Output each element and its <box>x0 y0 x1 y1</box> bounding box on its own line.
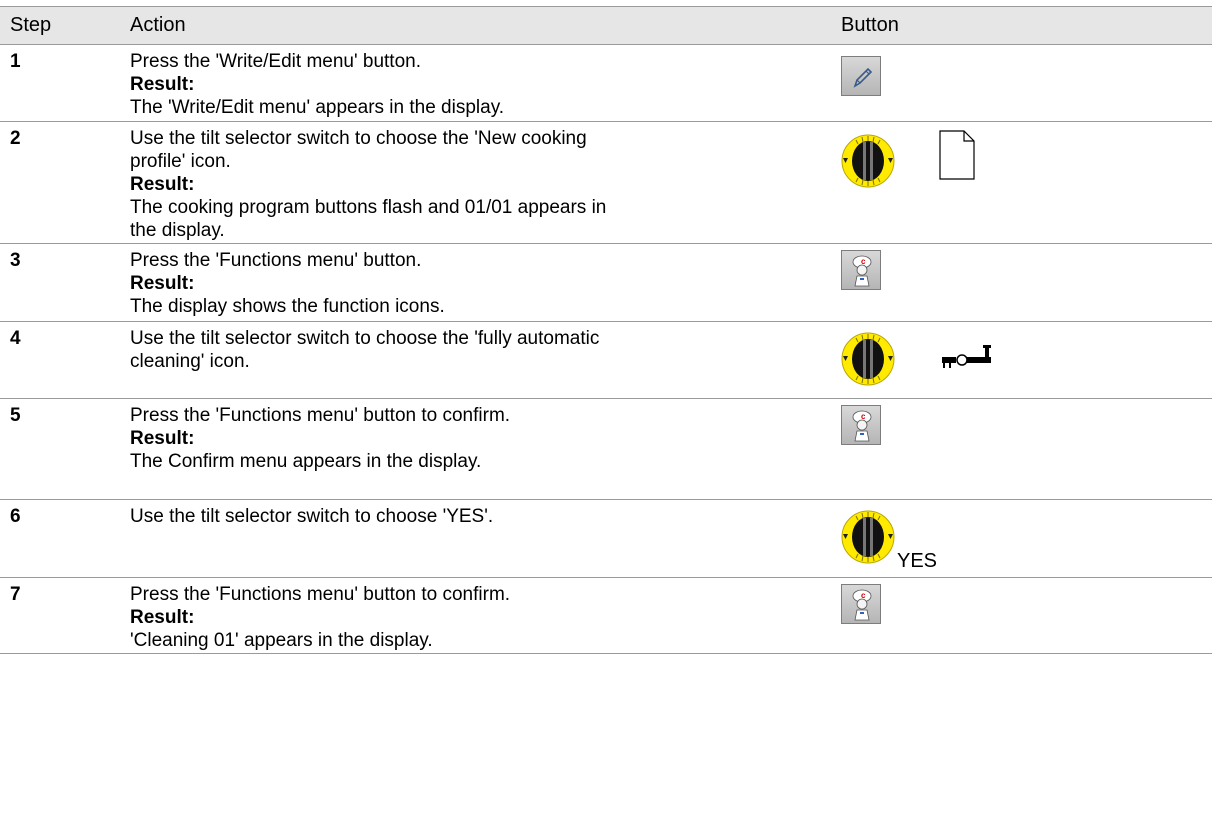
result-text: The Confirm menu appears in the display. <box>130 451 482 472</box>
action-text: Press the 'Functions menu' button to con… <box>130 584 511 605</box>
functions-menu-button: c <box>841 250 881 290</box>
table-row: 7 Press the 'Functions menu' button to c… <box>0 577 1212 654</box>
table-row: 5 Press the 'Functions menu' button to c… <box>0 398 1212 500</box>
table-row: 4 Use the tilt selector switch to choose… <box>0 321 1212 399</box>
step-button-cell: c <box>841 398 1212 500</box>
tilt-selector-icon <box>841 510 895 564</box>
step-button-cell <box>841 321 1212 399</box>
chef-icon: c <box>852 410 872 442</box>
header-button: Button <box>841 6 1212 45</box>
action-text: profile' icon. <box>130 151 231 172</box>
instruction-page: Step Action Button 1 Press the 'Write/Ed… <box>0 0 1212 814</box>
table-row: 1 Press the 'Write/Edit menu' button. Re… <box>0 44 1212 122</box>
result-label: Result: <box>130 74 195 95</box>
functions-menu-button: c <box>841 584 881 624</box>
step-button-cell <box>841 121 1212 244</box>
step-action: Press the 'Functions menu' button to con… <box>130 398 841 500</box>
result-label: Result: <box>130 174 195 195</box>
result-text: The display shows the function icons. <box>130 296 445 317</box>
result-label: Result: <box>130 273 195 294</box>
action-text: cleaning' icon. <box>130 351 250 372</box>
header-step: Step <box>0 6 130 45</box>
step-number: 4 <box>0 321 130 399</box>
result-text: The 'Write/Edit menu' appears in the dis… <box>130 97 505 118</box>
tilt-selector-icon <box>841 332 895 386</box>
table-row: 6 Use the tilt selector switch to choose… <box>0 499 1212 578</box>
step-number: 5 <box>0 398 130 500</box>
yes-label: YES <box>897 550 938 572</box>
pencil-icon <box>853 67 873 88</box>
step-button-cell: c <box>841 577 1212 654</box>
step-number: 3 <box>0 243 130 322</box>
tilt-selector-icon <box>841 134 895 188</box>
step-action: Use the tilt selector switch to choose '… <box>130 499 841 578</box>
table-row: 3 Press the 'Functions menu' button. Res… <box>0 243 1212 322</box>
document-icon <box>939 130 975 180</box>
result-text: 'Cleaning 01' appears in the display. <box>130 630 433 651</box>
step-number: 1 <box>0 44 130 122</box>
step-action: Use the tilt selector switch to choose t… <box>130 321 841 399</box>
step-action: Press the 'Functions menu' button to con… <box>130 577 841 654</box>
write-edit-menu-button <box>841 56 881 96</box>
cleaning-icon <box>942 345 991 368</box>
step-button-cell <box>841 44 1212 122</box>
step-number: 7 <box>0 577 130 654</box>
result-text: the display. <box>130 220 225 241</box>
action-text: Use the tilt selector switch to choose '… <box>130 506 494 527</box>
step-action: Press the 'Functions menu' button. Resul… <box>130 243 841 322</box>
action-text: Press the 'Functions menu' button. <box>130 250 422 271</box>
step-number: 6 <box>0 499 130 578</box>
step-button-cell: c <box>841 243 1212 322</box>
step-action: Press the 'Write/Edit menu' button. Resu… <box>130 44 841 122</box>
chef-icon: c <box>852 255 872 287</box>
chef-icon: c <box>852 589 872 621</box>
action-text: Use the tilt selector switch to choose t… <box>130 328 600 349</box>
action-text: Press the 'Write/Edit menu' button. <box>130 51 421 72</box>
steps-table: Step Action Button 1 Press the 'Write/Ed… <box>0 6 1212 654</box>
result-label: Result: <box>130 428 195 449</box>
result-label: Result: <box>130 607 195 628</box>
step-button-cell: YES <box>841 499 1212 578</box>
step-action: Use the tilt selector switch to choose t… <box>130 121 841 244</box>
header-action: Action <box>130 6 841 45</box>
action-text: Use the tilt selector switch to choose t… <box>130 128 587 149</box>
action-text: Press the 'Functions menu' button to con… <box>130 405 511 426</box>
step-number: 2 <box>0 121 130 244</box>
table-header-row: Step Action Button <box>0 6 1212 45</box>
table-row: 2 Use the tilt selector switch to choose… <box>0 121 1212 244</box>
result-text: The cooking program buttons flash and 01… <box>130 197 607 218</box>
functions-menu-button: c <box>841 405 881 445</box>
